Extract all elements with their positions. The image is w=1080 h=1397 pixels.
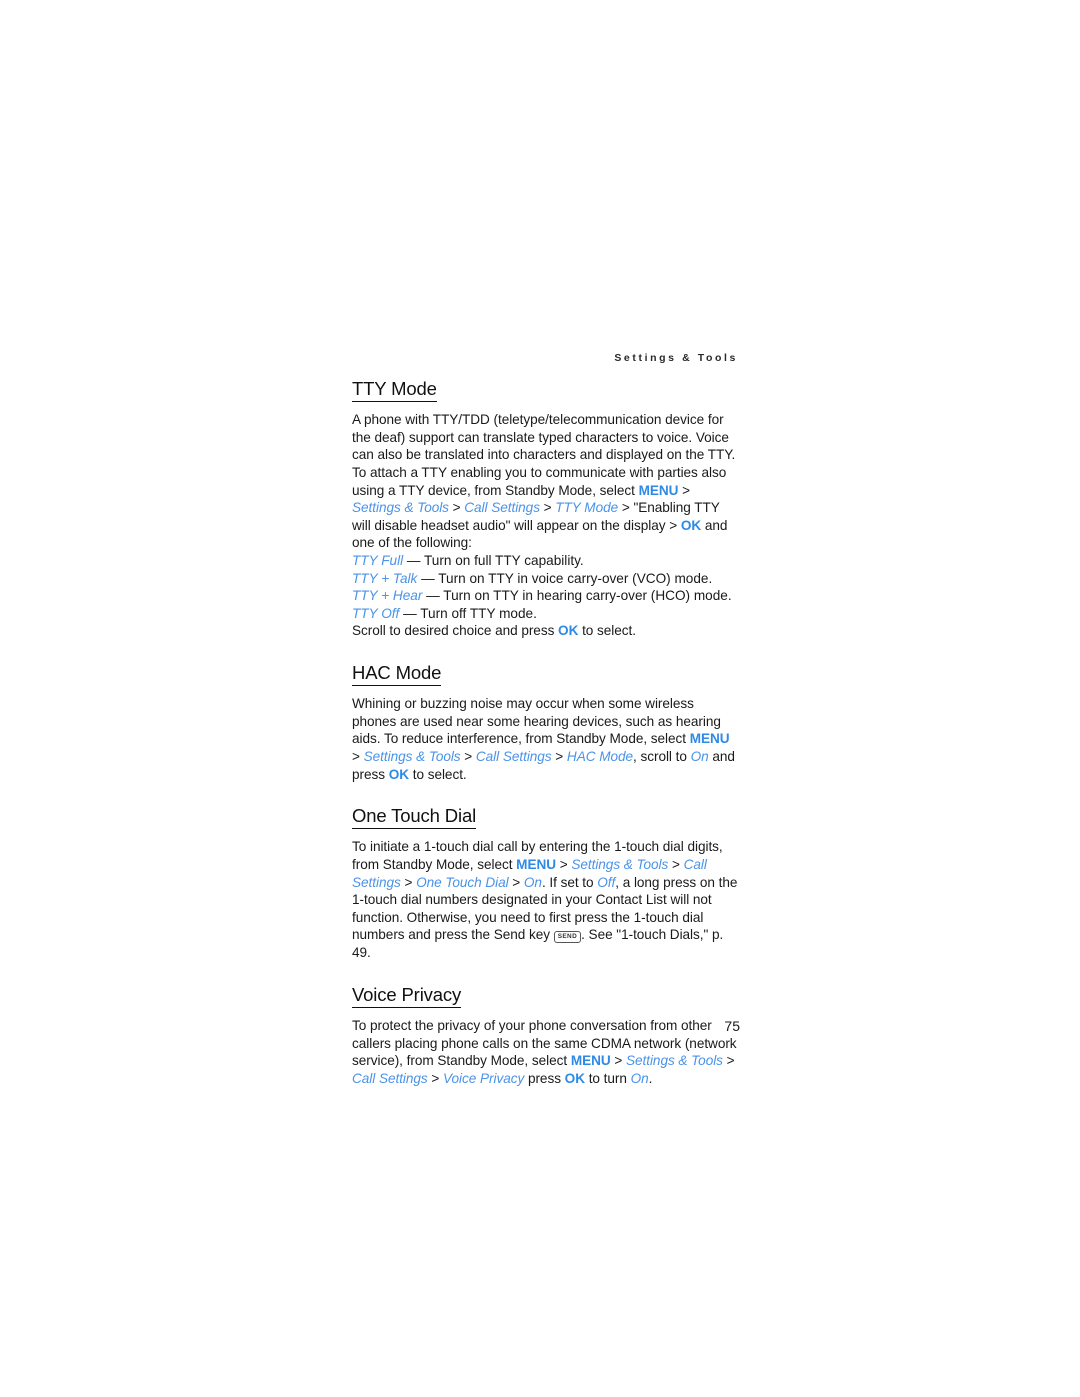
page-heading-hac-mode: HAC Mode bbox=[352, 662, 441, 687]
separator: > bbox=[460, 749, 476, 765]
text-run: Scroll to desired choice and press bbox=[352, 623, 559, 639]
list-item-tty-off: TTY Off — Turn off TTY mode. bbox=[352, 605, 740, 623]
paragraph-hac-intro: Whining or buzzing noise may occur when … bbox=[352, 695, 740, 783]
ok-keyword: OK bbox=[680, 517, 702, 533]
heading-wrap-tty-mode: TTY Mode bbox=[352, 378, 740, 411]
nav-value-on: On bbox=[523, 874, 542, 890]
nav-path-settings-tools: Settings & Tools bbox=[571, 857, 669, 873]
list-item-tty-full: TTY Full — Turn on full TTY capability. bbox=[352, 552, 740, 570]
section-voice-privacy: Voice Privacy To protect the privacy of … bbox=[352, 984, 740, 1088]
nav-path-call-settings: Call Settings bbox=[475, 749, 552, 765]
page-heading-tty-mode: TTY Mode bbox=[352, 378, 437, 403]
heading-wrap-hac-mode: HAC Mode bbox=[352, 662, 740, 695]
separator: > bbox=[427, 1070, 444, 1086]
separator: > bbox=[668, 857, 684, 873]
separator: > bbox=[556, 857, 572, 873]
text-run: to select. bbox=[578, 623, 636, 639]
option-term: TTY Full bbox=[352, 553, 404, 569]
paragraph-tty-closing: Scroll to desired choice and press OK to… bbox=[352, 622, 740, 640]
option-term: TTY + Talk bbox=[352, 570, 418, 586]
menu-keyword: MENU bbox=[516, 857, 556, 873]
separator: > bbox=[448, 500, 465, 516]
page-heading-voice-privacy: Voice Privacy bbox=[352, 984, 461, 1008]
text-run: . bbox=[648, 1070, 653, 1086]
ok-keyword: OK bbox=[558, 623, 579, 639]
page-number: 75 bbox=[724, 1018, 740, 1034]
separator: > bbox=[539, 500, 556, 516]
option-desc: — Turn on full TTY capability. bbox=[403, 553, 584, 569]
ok-keyword: OK bbox=[564, 1070, 585, 1086]
section-tty-mode: TTY Mode A phone with TTY/TDD (teletype/… bbox=[352, 378, 740, 640]
nav-path-settings-tools: Settings & Tools bbox=[363, 749, 461, 765]
option-desc: — Turn off TTY mode. bbox=[399, 605, 537, 621]
nav-path-settings-tools: Settings & Tools bbox=[625, 1053, 723, 1069]
text-run: press bbox=[524, 1070, 565, 1086]
section-hac-mode: HAC Mode Whining or buzzing noise may oc… bbox=[352, 662, 740, 783]
nav-path-call-settings: Call Settings bbox=[464, 500, 540, 516]
ok-keyword: OK bbox=[388, 766, 410, 782]
separator: > bbox=[352, 749, 364, 765]
menu-keyword: MENU bbox=[638, 482, 679, 498]
separator: > bbox=[551, 749, 567, 765]
option-term: TTY + Hear bbox=[352, 588, 423, 604]
heading-wrap-one-touch-dial: One Touch Dial bbox=[352, 805, 740, 838]
option-term: TTY Off bbox=[352, 605, 400, 621]
list-item-tty-hear: TTY + Hear — Turn on TTY in hearing carr… bbox=[352, 587, 740, 605]
separator: > bbox=[722, 1053, 735, 1069]
separator: > bbox=[400, 874, 417, 890]
separator: > bbox=[618, 500, 634, 516]
nav-value-off: Off bbox=[597, 874, 616, 890]
separator: > bbox=[610, 1053, 626, 1069]
menu-keyword: MENU bbox=[570, 1053, 611, 1069]
nav-path-tty-mode: TTY Mode bbox=[555, 500, 619, 516]
menu-keyword: MENU bbox=[689, 731, 730, 747]
text-run: to turn bbox=[584, 1070, 631, 1086]
option-desc: — Turn on TTY in voice carry-over (VCO) … bbox=[417, 570, 713, 586]
document-page: Settings & Tools TTY Mode A phone with T… bbox=[0, 0, 1080, 1397]
send-key-icon: SEND bbox=[553, 930, 582, 943]
nav-path-call-settings: Call Settings bbox=[352, 1070, 428, 1086]
paragraph-tty-intro: A phone with TTY/TDD (teletype/telecommu… bbox=[352, 411, 740, 552]
text-run: Whining or buzzing noise may occur when … bbox=[352, 696, 721, 747]
text-run: . If set to bbox=[541, 874, 598, 890]
paragraph-one-touch-dial: To initiate a 1-touch dial call by enter… bbox=[352, 838, 740, 961]
option-desc: — Turn on TTY in hearing carry-over (HCO… bbox=[422, 588, 732, 604]
page-heading-one-touch-dial: One Touch Dial bbox=[352, 805, 476, 830]
page-content: Settings & Tools TTY Mode A phone with T… bbox=[352, 352, 740, 1087]
nav-path-voice-privacy: Voice Privacy bbox=[443, 1070, 525, 1086]
running-header: Settings & Tools bbox=[614, 352, 738, 364]
heading-wrap-voice-privacy: Voice Privacy bbox=[352, 984, 740, 1017]
separator: > bbox=[508, 874, 524, 890]
nav-path-hac-mode: HAC Mode bbox=[566, 749, 634, 765]
section-one-touch-dial: One Touch Dial To initiate a 1-touch dia… bbox=[352, 805, 740, 961]
text-run: to select. bbox=[409, 766, 467, 782]
nav-value-on: On bbox=[630, 1070, 649, 1086]
nav-path-one-touch-dial: One Touch Dial bbox=[416, 874, 509, 890]
nav-value-on: On bbox=[690, 749, 709, 765]
nav-path-settings-tools: Settings & Tools bbox=[352, 500, 449, 516]
list-item-tty-talk: TTY + Talk — Turn on TTY in voice carry-… bbox=[352, 570, 740, 588]
separator: > bbox=[678, 482, 691, 498]
text-run: , scroll to bbox=[633, 749, 691, 765]
